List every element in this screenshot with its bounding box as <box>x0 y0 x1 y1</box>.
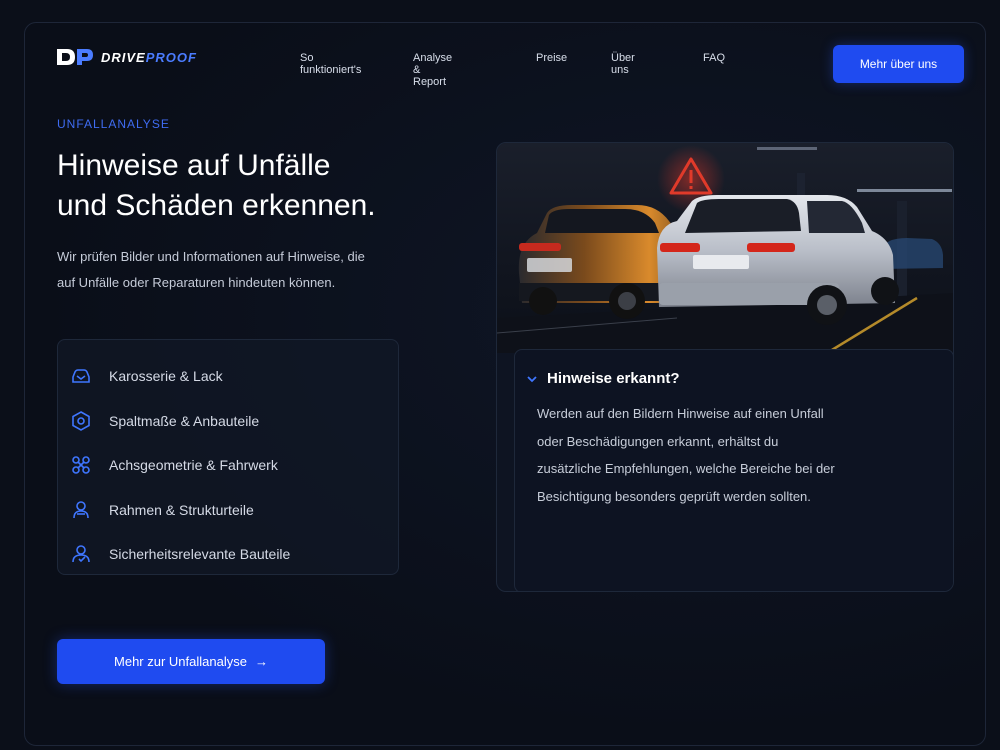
hints-title: Hinweise erkannt? <box>527 370 680 387</box>
feature-label: Sicherheitsrelevante Bauteile <box>109 546 291 563</box>
feature-item-axle: Achsgeometrie & Fahrwerk <box>58 443 398 488</box>
arrow-right-icon: → <box>254 654 268 669</box>
brand-name: DRIVEPROOF <box>101 49 197 65</box>
nav-faq[interactable]: FAQ <box>703 52 725 64</box>
nav-how-it-works[interactable]: So funktioniert's <box>300 52 361 76</box>
lead-text: Wir prüfen Bilder und Informationen auf … <box>57 249 365 290</box>
accident-analysis-button[interactable]: Mehr zur Unfallanalyse → <box>57 639 325 684</box>
feature-label: Spaltmaße & Anbauteile <box>109 412 260 429</box>
safety-icon <box>70 543 92 565</box>
brand-logo[interactable]: DRIVEPROOF <box>55 46 197 68</box>
feature-list: Karosserie & Lack Spaltmaße & Anbauteile… <box>57 339 399 575</box>
feature-item-safety: Sicherheitsrelevante Bauteile <box>58 532 398 577</box>
section-eyebrow: UNFALLANALYSE <box>57 117 170 131</box>
about-button[interactable]: Mehr über uns <box>833 45 964 83</box>
car-scene-image <box>497 143 953 353</box>
axle-icon <box>70 454 92 476</box>
nav-analysis-report[interactable]: Analyse & Report <box>413 52 452 88</box>
feature-label: Achsgeometrie & Fahrwerk <box>109 457 278 474</box>
feature-label: Karosserie & Lack <box>109 368 223 385</box>
cta-label: Mehr zur Unfallanalyse <box>114 654 247 669</box>
gap-gauge-icon <box>70 410 92 432</box>
logo-mark-icon <box>57 49 93 65</box>
nav-about[interactable]: Über uns <box>611 52 635 76</box>
feature-label: Rahmen & Strukturteile <box>109 501 254 518</box>
feature-item-gaps: Spaltmaße & Anbauteile <box>58 399 398 444</box>
feature-item-body-paint: Karosserie & Lack <box>58 354 398 399</box>
headline-line-2: und Schäden erkennen. <box>57 189 376 222</box>
car-body-icon <box>70 365 92 387</box>
hints-title-text: Hinweise erkannt? <box>547 370 680 387</box>
analysis-card: Hinweise erkannt? Werden auf den Bildern… <box>496 142 954 592</box>
feature-item-frame: Rahmen & Strukturteile <box>58 488 398 533</box>
nav-pricing[interactable]: Preise <box>536 52 567 64</box>
page-title: Hinweise auf Unfälle und Schäden erkenne… <box>57 146 417 226</box>
hints-body-text: Werden auf den Bildern Hinweise auf eine… <box>537 406 835 504</box>
frame-icon <box>70 499 92 521</box>
chevron-down-icon <box>527 375 537 382</box>
headline-line-1: Hinweise auf Unfälle <box>57 149 331 182</box>
hints-detected-box: Hinweise erkannt? Werden auf den Bildern… <box>514 349 953 591</box>
